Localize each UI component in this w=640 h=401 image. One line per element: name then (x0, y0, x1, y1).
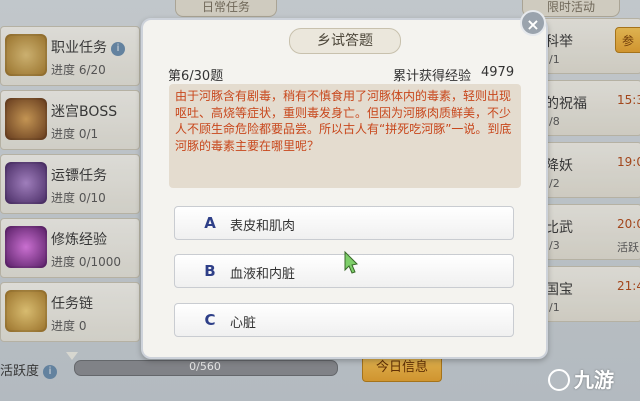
quiz-title: 乡试答题 (289, 28, 401, 54)
question-box: 由于河豚含有剧毒，稍有不慎食用了河豚体内的毒素，轻则出现呕吐、高烧等症状，重则毒… (169, 84, 521, 188)
option-letter: A (204, 214, 216, 232)
close-button[interactable]: × (520, 10, 546, 36)
exp-value: 4979 (481, 65, 515, 80)
question-number: 第6/30题 (168, 69, 224, 84)
question-text: 由于河豚含有剧毒，稍有不慎食用了河豚体内的毒素，轻则出现呕吐、高烧等症状，重则毒… (175, 89, 512, 153)
option-text: 心脏 (230, 316, 257, 331)
watermark-text: 九游 (574, 368, 614, 392)
option-letter: B (204, 262, 216, 280)
option-letter: C (204, 311, 216, 329)
option-text: 表皮和肌肉 (230, 219, 296, 234)
quiz-dialog: 乡试答题 第6/30题 累计获得经验 4979 由于河豚含有剧毒，稍有不慎食用了… (141, 18, 548, 359)
option-a-button[interactable]: A 表皮和肌肉 (174, 206, 514, 240)
cursor-icon (344, 250, 359, 274)
nine-game-logo-icon (548, 369, 570, 391)
option-c-button[interactable]: C 心脏 (174, 303, 514, 337)
option-text: 血液和内脏 (230, 267, 296, 282)
exp-label: 累计获得经验 (393, 69, 472, 84)
